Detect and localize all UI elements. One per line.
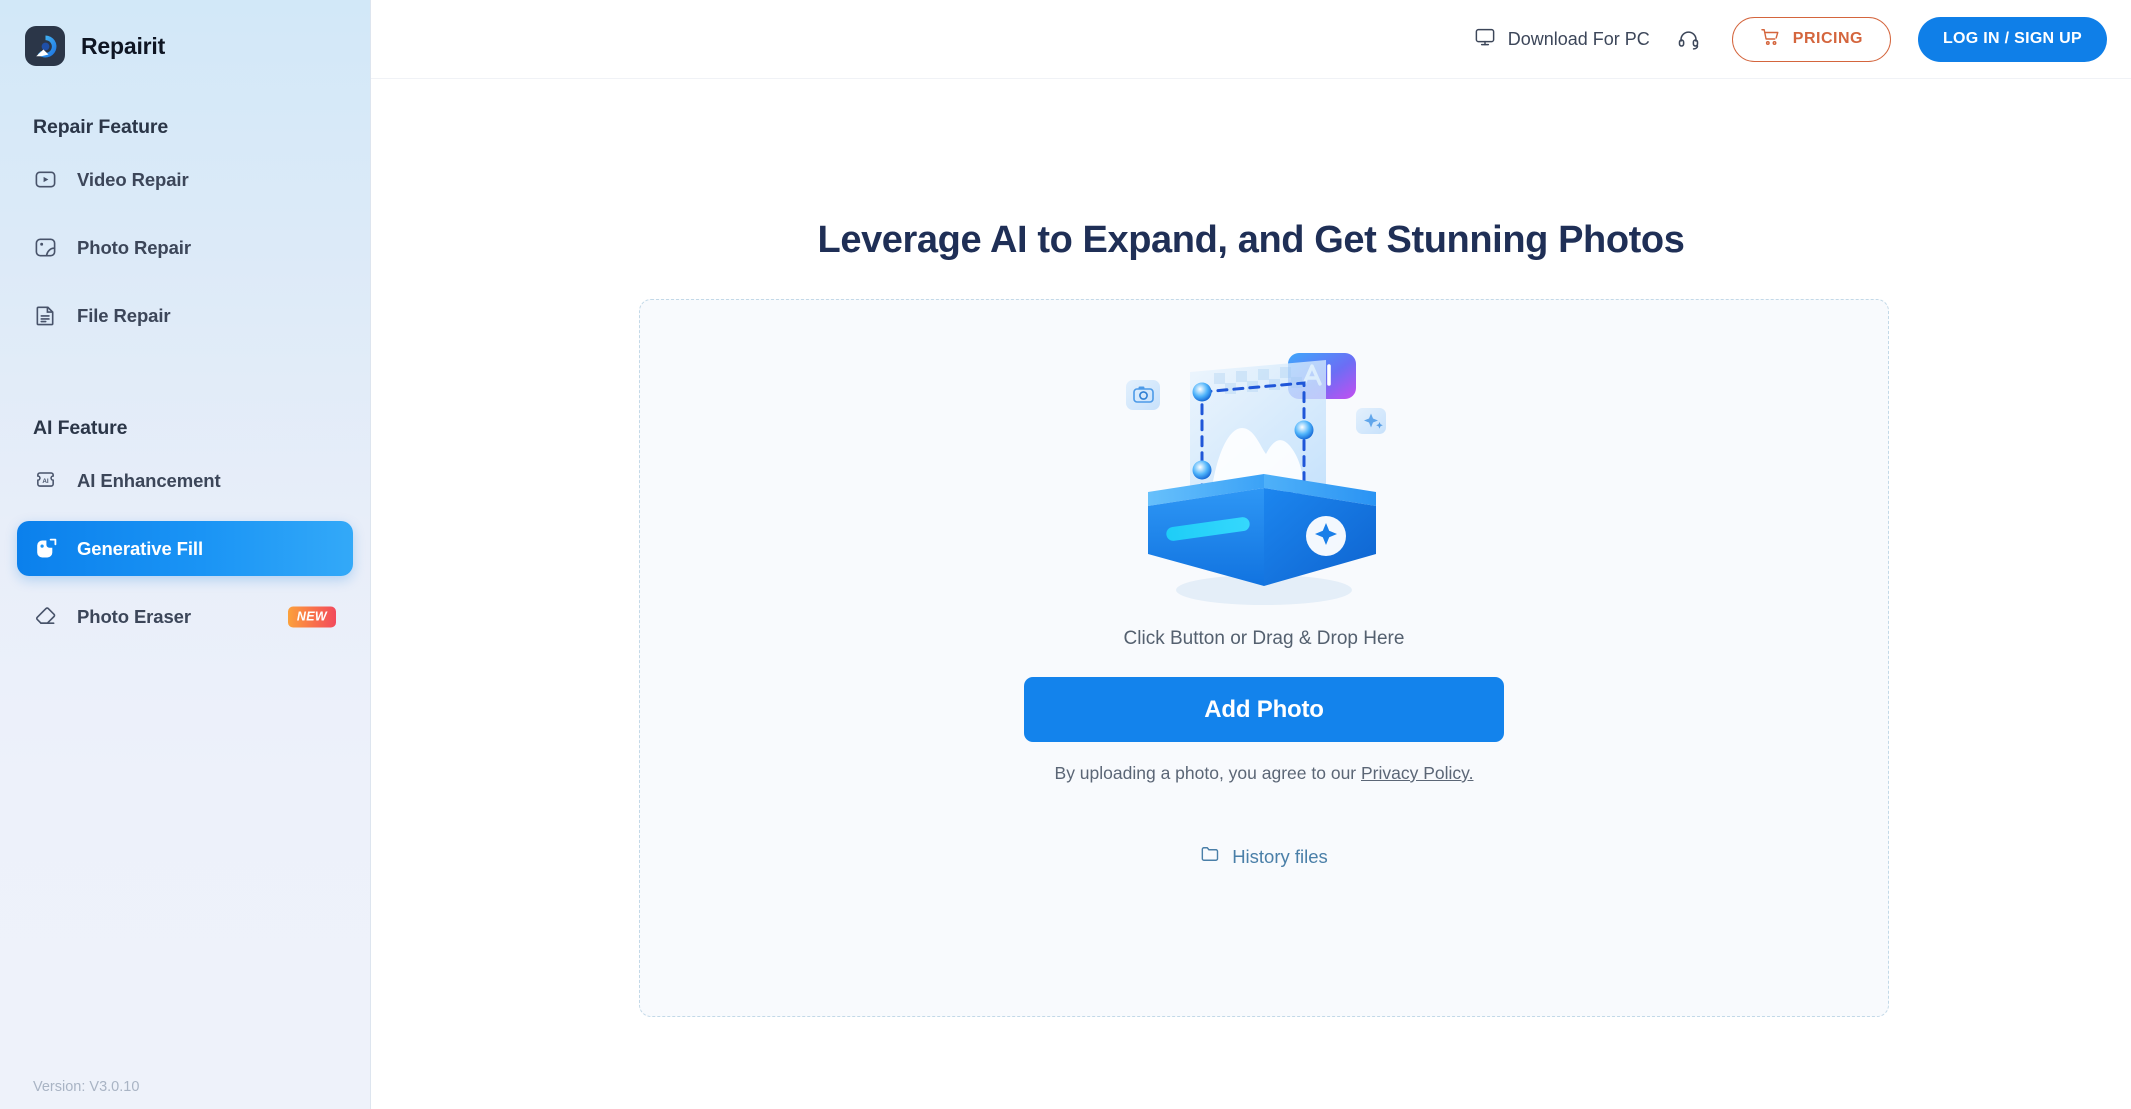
monitor-icon	[1474, 26, 1496, 53]
sidebar-item-label: Video Repair	[77, 168, 189, 190]
app-root: Repairit Repair Feature Video Repair Pho…	[0, 0, 2131, 1109]
nav-group-title-repair: Repair Feature	[33, 116, 169, 138]
sidebar-item-label: Photo Repair	[77, 236, 191, 258]
content-area: Leverage AI to Expand, and Get Stunning …	[371, 79, 2131, 1109]
sidebar-item-label: Photo Eraser	[77, 605, 191, 627]
nav-list-ai: AI AI Enhancement Generative Fill Photo …	[0, 453, 370, 644]
version-label: Version: V3.0.10	[33, 1079, 140, 1095]
privacy-policy-line: By uploading a photo, you agree to our P…	[1055, 763, 1474, 784]
sidebar-item-file-repair[interactable]: File Repair	[17, 288, 353, 343]
photo-eraser-icon	[33, 604, 58, 629]
pricing-label: PRICING	[1792, 30, 1863, 47]
repairit-logo-icon	[25, 26, 65, 66]
cart-icon	[1760, 27, 1780, 52]
headset-icon[interactable]	[1672, 22, 1706, 56]
privacy-policy-prefix: By uploading a photo, you agree to our	[1054, 763, 1361, 783]
privacy-policy-link[interactable]: Privacy Policy.	[1361, 763, 1473, 783]
history-files-button[interactable]: History files	[1200, 844, 1328, 869]
sidebar-item-label: File Repair	[77, 304, 171, 326]
svg-text:AI: AI	[42, 478, 49, 485]
camera-chip	[1126, 380, 1160, 410]
pricing-button[interactable]: PRICING	[1731, 16, 1891, 62]
download-for-pc-button[interactable]: Download For PC	[1474, 26, 1650, 53]
topbar: Download For PC PRICING LOG IN / SIGN UP	[371, 0, 2131, 79]
sidebar-item-video-repair[interactable]: Video Repair	[17, 152, 353, 207]
page-title: Leverage AI to Expand, and Get Stunning …	[817, 219, 1685, 261]
status-badge-new: NEW	[287, 606, 336, 627]
sidebar-item-label: Generative Fill	[77, 537, 203, 559]
main-area: Download For PC PRICING LOG IN / SIGN UP…	[371, 0, 2131, 1109]
nav-group-title-ai: AI Feature	[33, 417, 128, 439]
sidebar-item-photo-eraser[interactable]: Photo Eraser NEW	[17, 589, 353, 644]
open-box	[1148, 474, 1376, 586]
add-photo-button[interactable]: Add Photo	[1024, 677, 1504, 742]
upload-dropzone[interactable]: Click Button or Drag & Drop Here Add Pho…	[639, 299, 1889, 1017]
sidebar-item-ai-enhancement[interactable]: AI AI Enhancement	[17, 453, 353, 508]
video-repair-icon	[33, 167, 58, 192]
sparkle-chip	[1356, 408, 1386, 434]
login-signup-button[interactable]: LOG IN / SIGN UP	[1917, 16, 2107, 62]
folder-icon	[1200, 844, 1220, 869]
nav-list-repair: Video Repair Photo Repair File Repair	[0, 152, 370, 343]
brand-name: Repairit	[81, 32, 166, 59]
sidebar: Repairit Repair Feature Video Repair Pho…	[0, 0, 371, 1109]
sidebar-item-label: AI Enhancement	[77, 469, 221, 491]
download-for-pc-label: Download For PC	[1507, 28, 1650, 49]
brand: Repairit	[0, 0, 370, 72]
dropzone-hint: Click Button or Drag & Drop Here	[1123, 628, 1405, 649]
generative-fill-illustration	[1114, 342, 1414, 622]
file-repair-icon	[33, 303, 58, 328]
photo-repair-icon	[33, 235, 58, 260]
ai-enhancement-icon: AI	[33, 468, 58, 493]
generative-fill-icon	[33, 536, 58, 561]
sidebar-item-generative-fill[interactable]: Generative Fill	[17, 521, 353, 576]
sidebar-item-photo-repair[interactable]: Photo Repair	[17, 220, 353, 275]
history-files-label: History files	[1232, 845, 1328, 867]
